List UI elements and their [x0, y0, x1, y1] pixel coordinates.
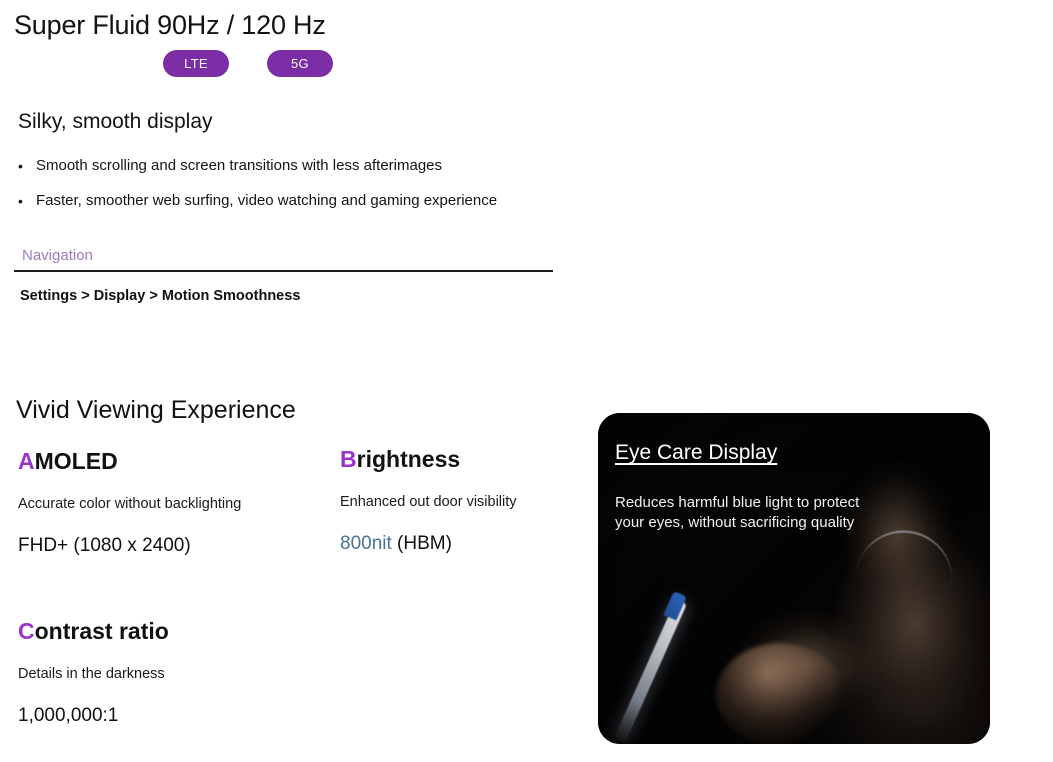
panel-body-text: Reduces harmful blue light to protect yo…	[615, 494, 860, 531]
eye-care-display-panel: Eye Care Display Reduces harmful blue li…	[598, 413, 990, 744]
hand-highlight	[716, 643, 844, 744]
spec-block-amoled: AMOLED Accurate color without backlighti…	[18, 448, 338, 557]
list-item-label: Faster, smoother web surfing, video watc…	[36, 192, 498, 209]
spec-block-contrast-ratio: Contrast ratio Details in the darkness 1…	[18, 618, 338, 727]
navigation-label: Navigation	[22, 247, 93, 264]
spec-heading-rest: ontrast ratio	[34, 618, 169, 644]
list-item-label: Smooth scrolling and screen transitions …	[36, 157, 443, 174]
spec-value-plain: FHD+ (1080 x 2400)	[18, 535, 191, 556]
spec-accent-letter: A	[18, 448, 35, 474]
spec-description: Accurate color without backlighting	[18, 496, 242, 512]
section-title-vivid-viewing: Vivid Viewing Experience	[16, 396, 296, 424]
bullet-dot-icon: •	[18, 193, 23, 209]
spec-heading-rest: MOLED	[34, 448, 118, 474]
feature-bullet-list: • Smooth scrolling and screen transition…	[18, 157, 658, 227]
subheading-silky-smooth-display: Silky, smooth display	[18, 110, 213, 133]
page-title: Super Fluid 90Hz / 120 Hz	[14, 10, 326, 40]
spec-value: FHD+ (1080 x 2400)	[18, 535, 338, 557]
list-item: • Smooth scrolling and screen transition…	[18, 157, 658, 175]
network-badge-row: LTE 5G	[163, 50, 333, 77]
spec-value-plain: 1,000,000:1	[18, 705, 119, 726]
bullet-dot-icon: •	[18, 158, 23, 174]
spec-description: Details in the darkness	[18, 666, 165, 682]
panel-heading: Eye Care Display	[615, 441, 778, 464]
breadcrumb: Settings > Display > Motion Smoothness	[20, 288, 301, 304]
slide-canvas: Super Fluid 90Hz / 120 Hz LTE 5G Silky, …	[0, 0, 1053, 762]
badge-5g: 5G	[267, 50, 333, 77]
spec-value: 1,000,000:1	[18, 705, 338, 727]
spec-accent-letter: C	[18, 618, 35, 644]
navigation-divider	[14, 270, 553, 272]
spec-heading: AMOLED	[18, 448, 338, 474]
spec-value-highlight: 800nit	[340, 533, 392, 554]
list-item: • Faster, smoother web surfing, video wa…	[18, 192, 658, 210]
spec-heading: Contrast ratio	[18, 618, 338, 644]
spec-accent-letter: B	[340, 446, 357, 472]
spec-heading-rest: rightness	[356, 446, 461, 472]
spec-value-suffix: (HBM)	[391, 533, 452, 554]
badge-lte: LTE	[163, 50, 229, 77]
